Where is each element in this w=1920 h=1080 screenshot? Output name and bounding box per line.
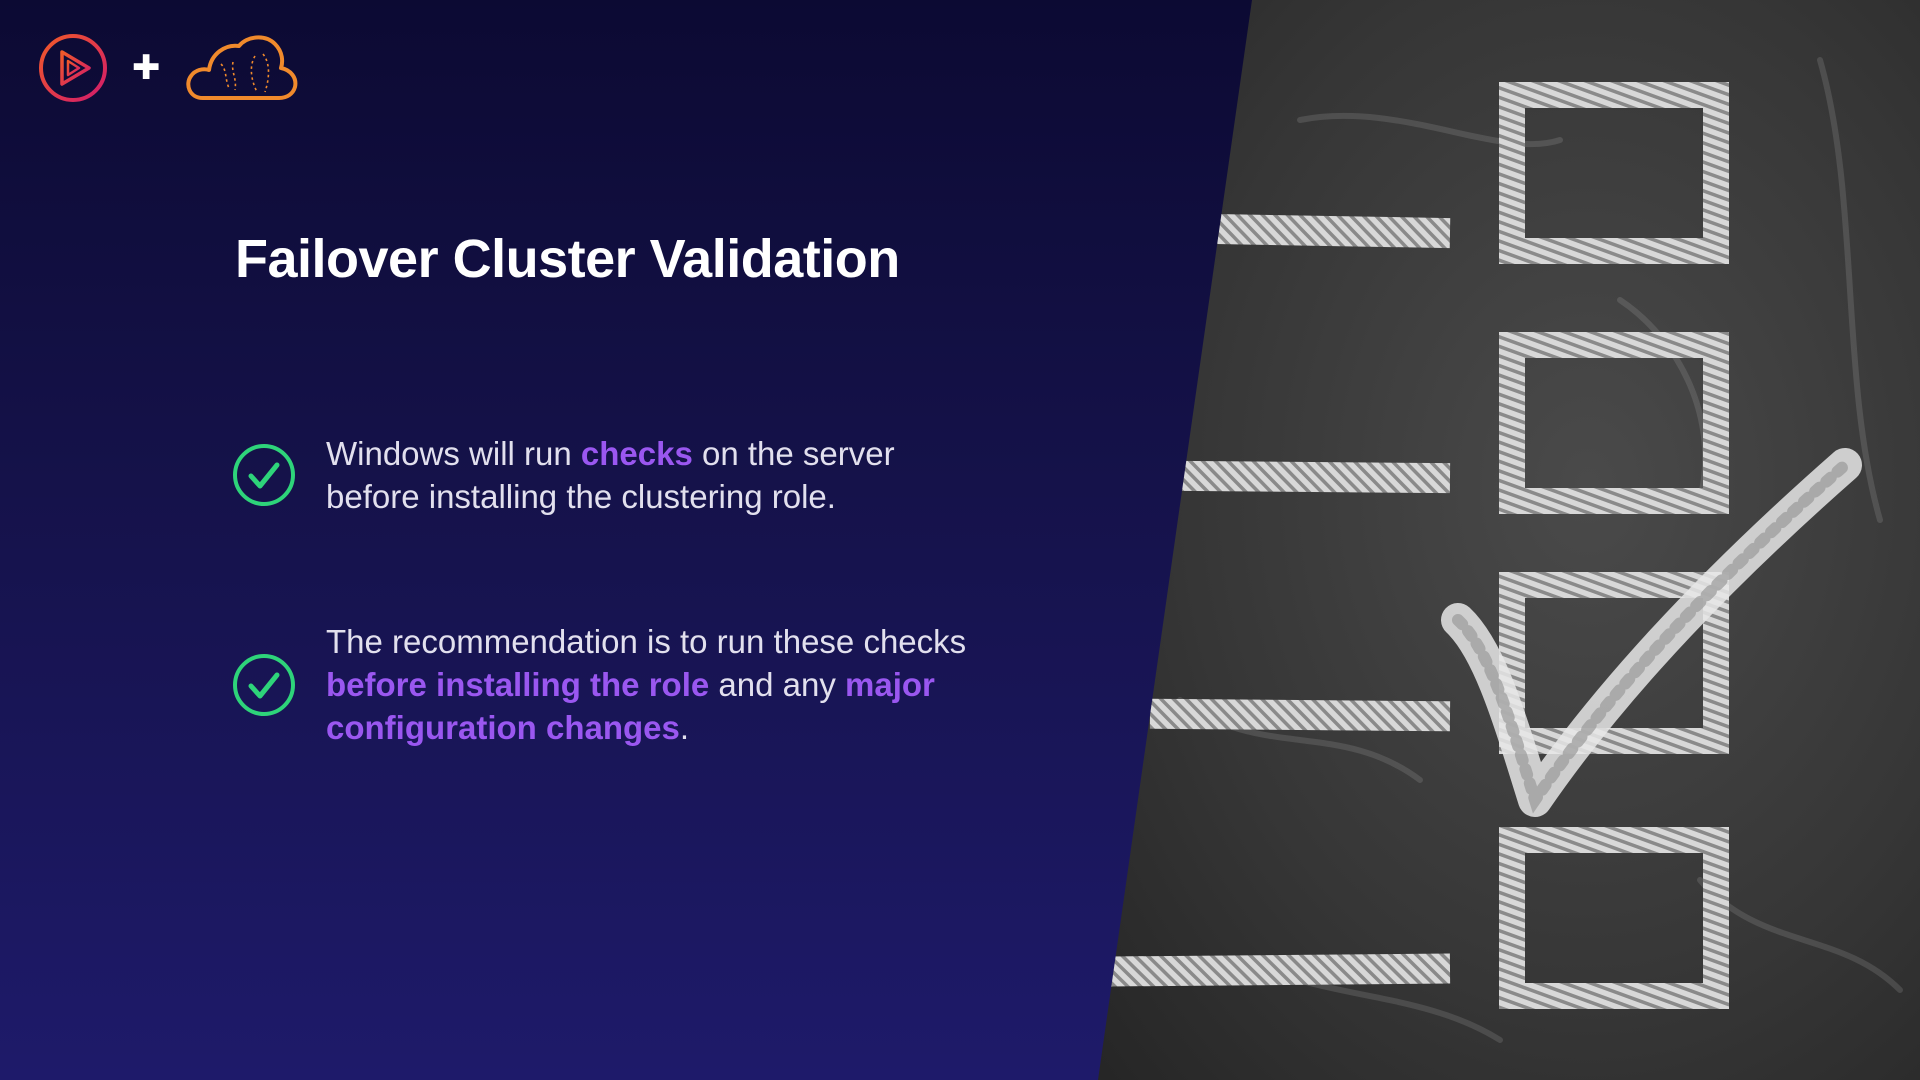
- play-circle-icon: [39, 34, 107, 102]
- bullet-item: Windows will run checks on the server be…: [232, 432, 992, 518]
- highlight-text: checks: [580, 435, 693, 472]
- page-title: Failover Cluster Validation: [235, 229, 900, 289]
- text-segment: Windows will run: [326, 435, 581, 472]
- text-segment: The recommendation is to run these check…: [326, 623, 967, 660]
- chalk-dash: [1109, 213, 1451, 987]
- header-logos: ✚: [38, 30, 299, 106]
- plus-icon: ✚: [132, 48, 161, 88]
- check-circle-icon: [233, 444, 295, 506]
- bullet-item: The recommendation is to run these check…: [232, 620, 992, 749]
- chalk-checkmark: [1441, 448, 1862, 817]
- highlight-text: before installing the role: [326, 666, 710, 703]
- bullet-text: The recommendation is to run these check…: [326, 620, 992, 749]
- bullet-text: Windows will run checks on the server be…: [326, 432, 992, 518]
- check-circle-icon: [233, 653, 295, 716]
- chalkboard-checklist-image: [1098, 0, 1920, 1080]
- text-segment: and any: [709, 666, 846, 703]
- cloud-icon: [185, 35, 297, 100]
- text-segment: .: [679, 709, 690, 746]
- chalk-box: [1499, 82, 1729, 1009]
